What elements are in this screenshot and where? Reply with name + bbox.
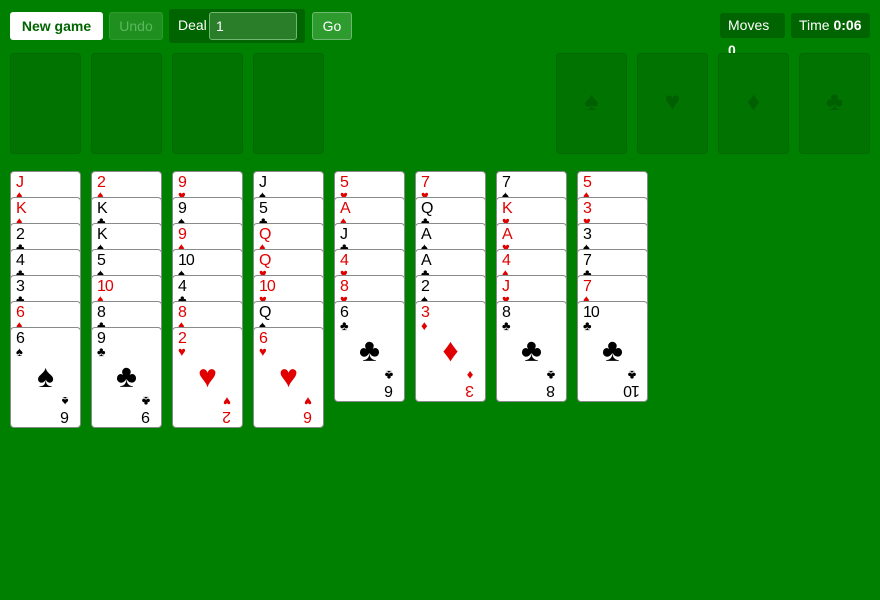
time-value: 0:06: [833, 17, 862, 33]
card[interactable]: 3 ♦ ♦ 3 ♦: [415, 301, 486, 402]
club-icon: ♣: [97, 344, 106, 359]
club-icon: ♣: [583, 318, 592, 333]
heart-icon: ♥: [304, 394, 312, 409]
club-icon: ♣: [602, 332, 623, 368]
card[interactable]: 8 ♣ ♣ 8 ♣: [496, 301, 567, 402]
deal-number-input[interactable]: [209, 12, 297, 40]
heart-icon: ♥: [223, 394, 231, 409]
card-rank: 2: [223, 408, 231, 425]
card[interactable]: 6 ♣ ♣ 6 ♣: [334, 301, 405, 402]
foundation-hearts[interactable]: ♥: [637, 53, 708, 154]
moves-counter: Moves 0: [720, 13, 785, 58]
spade-icon: ♠: [16, 344, 23, 359]
card-corner-inverted: 3 ♦: [460, 368, 480, 399]
new-game-button[interactable]: New game: [10, 12, 103, 40]
free-cell-4[interactable]: [253, 53, 324, 154]
heart-icon: ♥: [198, 358, 217, 394]
go-button[interactable]: Go: [312, 12, 352, 40]
card-corner-inverted: 6 ♥: [298, 394, 318, 425]
club-icon: ♣: [627, 368, 637, 383]
card-corner-inverted: 2 ♥: [217, 394, 237, 425]
spade-icon: ♠: [61, 394, 69, 409]
card-corner-inverted: 10 ♣: [622, 368, 642, 399]
card-corner-inverted: 6 ♣: [379, 368, 399, 399]
card[interactable]: 6 ♥ ♥ 6 ♥: [253, 327, 324, 428]
foundation-clubs[interactable]: ♣: [799, 53, 870, 154]
free-cell-2[interactable]: [91, 53, 162, 154]
card[interactable]: 10 ♣ ♣ 10 ♣: [577, 301, 648, 402]
spade-icon: ♠: [584, 86, 599, 116]
card-corner-inverted: 6 ♠: [55, 394, 75, 425]
deal-group: Deal: [169, 9, 305, 43]
club-icon: ♣: [546, 368, 556, 383]
heart-icon: ♥: [664, 86, 681, 116]
diamond-icon: ♦: [746, 86, 761, 116]
card-rank: 3: [466, 382, 474, 399]
card-rank: 6: [385, 382, 393, 399]
club-icon: ♣: [521, 332, 542, 368]
free-cell-1[interactable]: [10, 53, 81, 154]
club-icon: ♣: [141, 394, 151, 409]
free-cell-3[interactable]: [172, 53, 243, 154]
club-icon: ♣: [384, 368, 394, 383]
card-rank: 6: [61, 408, 69, 425]
card-corner-inverted: 8 ♣: [541, 368, 561, 399]
club-icon: ♣: [502, 318, 511, 333]
deal-label: Deal: [178, 17, 207, 33]
card-rank: 6: [304, 408, 312, 425]
time-counter: Time 0:06: [791, 13, 870, 38]
heart-icon: ♥: [279, 358, 298, 394]
undo-button[interactable]: Undo: [109, 12, 163, 40]
foundation-diamonds[interactable]: ♦: [718, 53, 789, 154]
heart-icon: ♥: [178, 344, 186, 359]
foundation-spades[interactable]: ♠: [556, 53, 627, 154]
club-icon: ♣: [340, 318, 349, 333]
card[interactable]: 2 ♥ ♥ 2 ♥: [172, 327, 243, 428]
card-rank: 10: [624, 382, 640, 399]
club-icon: ♣: [359, 332, 380, 368]
time-label: Time: [799, 17, 830, 33]
heart-icon: ♥: [259, 344, 267, 359]
card[interactable]: 9 ♣ ♣ 9 ♣: [91, 327, 162, 428]
diamond-icon: ♦: [442, 332, 459, 368]
card-rank: 8: [547, 382, 555, 399]
diamond-icon: ♦: [466, 368, 474, 383]
club-icon: ♣: [825, 86, 844, 116]
moves-label: Moves: [728, 17, 770, 33]
club-icon: ♣: [116, 358, 137, 394]
card-corner-inverted: 9 ♣: [136, 394, 156, 425]
card[interactable]: 6 ♠ ♠ 6 ♠: [10, 327, 81, 428]
card-rank: 9: [142, 408, 150, 425]
diamond-icon: ♦: [421, 318, 428, 333]
spade-icon: ♠: [37, 358, 54, 394]
